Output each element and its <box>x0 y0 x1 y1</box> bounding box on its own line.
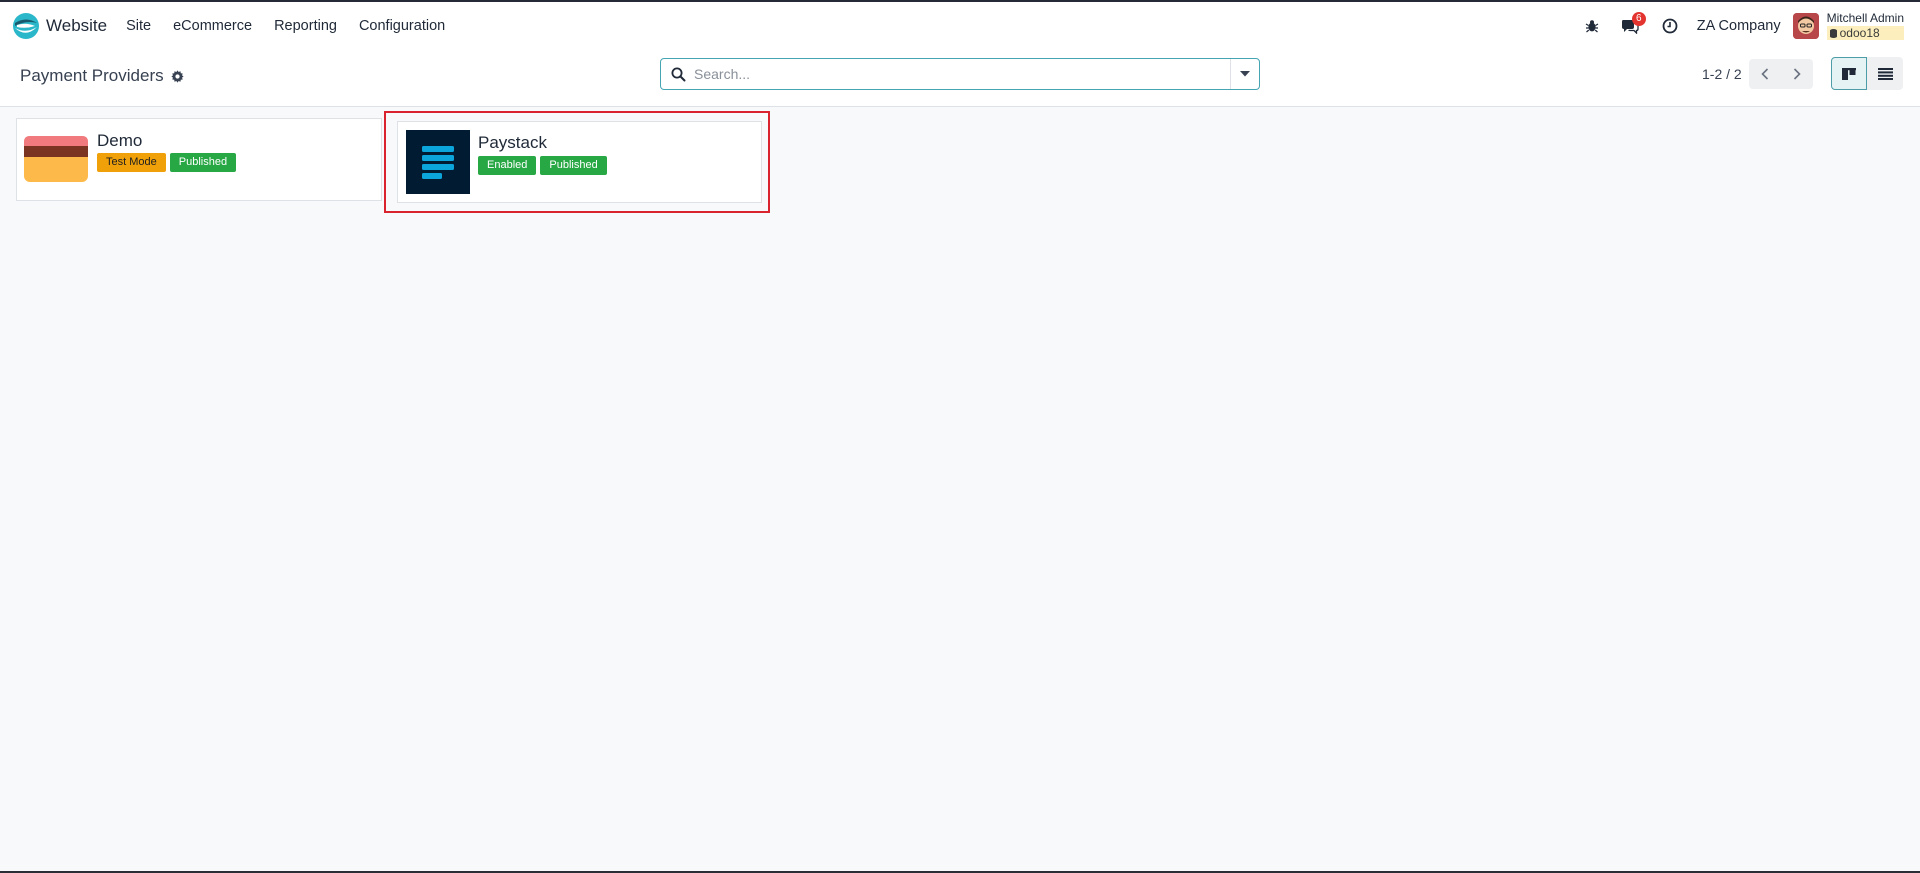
status-badge-enabled: Enabled <box>478 156 537 175</box>
provider-tags: Enabled Published <box>478 156 607 175</box>
caret-down-icon <box>1240 71 1250 77</box>
menu-item-site[interactable]: Site <box>115 18 162 34</box>
pager-value[interactable]: 1-2 / 2 <box>1702 66 1742 82</box>
user-menu[interactable]: Mitchell Admin odoo18 <box>1792 11 1904 40</box>
provider-card-paystack[interactable]: Paystack Enabled Published <box>397 121 762 203</box>
debug-button[interactable] <box>1575 9 1609 43</box>
clock-icon <box>1662 18 1678 33</box>
search-options-toggle[interactable] <box>1230 59 1259 89</box>
top-navbar: Website Site eCommerce Reporting Configu… <box>0 2 1920 49</box>
status-badge-test-mode: Test Mode <box>97 153 166 172</box>
user-name: Mitchell Admin <box>1826 11 1904 25</box>
database-badge: odoo18 <box>1826 26 1904 40</box>
kanban-view-button[interactable] <box>1831 57 1867 90</box>
menu-item-configuration[interactable]: Configuration <box>348 18 456 34</box>
breadcrumb: Payment Providers <box>20 66 184 86</box>
avatar <box>1792 12 1819 39</box>
list-view-icon <box>1877 67 1893 80</box>
website-logo-icon <box>13 12 39 39</box>
search-input[interactable] <box>694 59 1230 89</box>
bug-icon <box>1585 19 1599 32</box>
gear-icon[interactable] <box>171 69 184 83</box>
activity-button[interactable] <box>1653 9 1687 43</box>
page-title: Payment Providers <box>20 66 164 85</box>
message-count-badge: 6 <box>1631 11 1646 26</box>
provider-name: Paystack <box>478 133 547 152</box>
company-switcher[interactable]: ZA Company <box>1697 18 1781 34</box>
chevron-right-icon <box>1793 68 1801 80</box>
app-name: Website <box>46 15 108 35</box>
provider-tags: Test Mode Published <box>97 153 237 172</box>
chevron-left-icon <box>1761 68 1769 80</box>
navbar-systray: 6 ZA Company Mitchell Admin odoo18 <box>1575 2 1920 49</box>
app-brand[interactable]: Website <box>12 2 107 49</box>
pager-next-button[interactable] <box>1781 59 1813 89</box>
paystack-logo-icon <box>422 146 454 179</box>
search-bar <box>660 58 1260 90</box>
database-name: odoo18 <box>1839 26 1880 40</box>
pager-previous-button[interactable] <box>1749 59 1781 89</box>
database-icon <box>1829 28 1837 38</box>
status-badge-published: Published <box>169 153 237 172</box>
search-icon <box>671 67 686 82</box>
control-panel: Payment Providers 1-2 / 2 <box>0 49 1920 107</box>
menu-item-ecommerce[interactable]: eCommerce <box>162 18 263 34</box>
credit-card-icon <box>24 136 88 182</box>
kanban-view-icon <box>1842 67 1856 80</box>
list-view-button[interactable] <box>1867 57 1903 90</box>
provider-name: Demo <box>97 131 143 150</box>
menu-item-reporting[interactable]: Reporting <box>263 18 348 34</box>
status-badge-published: Published <box>540 156 607 175</box>
messages-button[interactable]: 6 <box>1613 9 1647 43</box>
provider-card-demo[interactable]: Demo Test Mode Published <box>16 118 382 201</box>
paystack-logo <box>406 130 470 194</box>
main-menu: Site eCommerce Reporting Configuration <box>115 18 456 34</box>
